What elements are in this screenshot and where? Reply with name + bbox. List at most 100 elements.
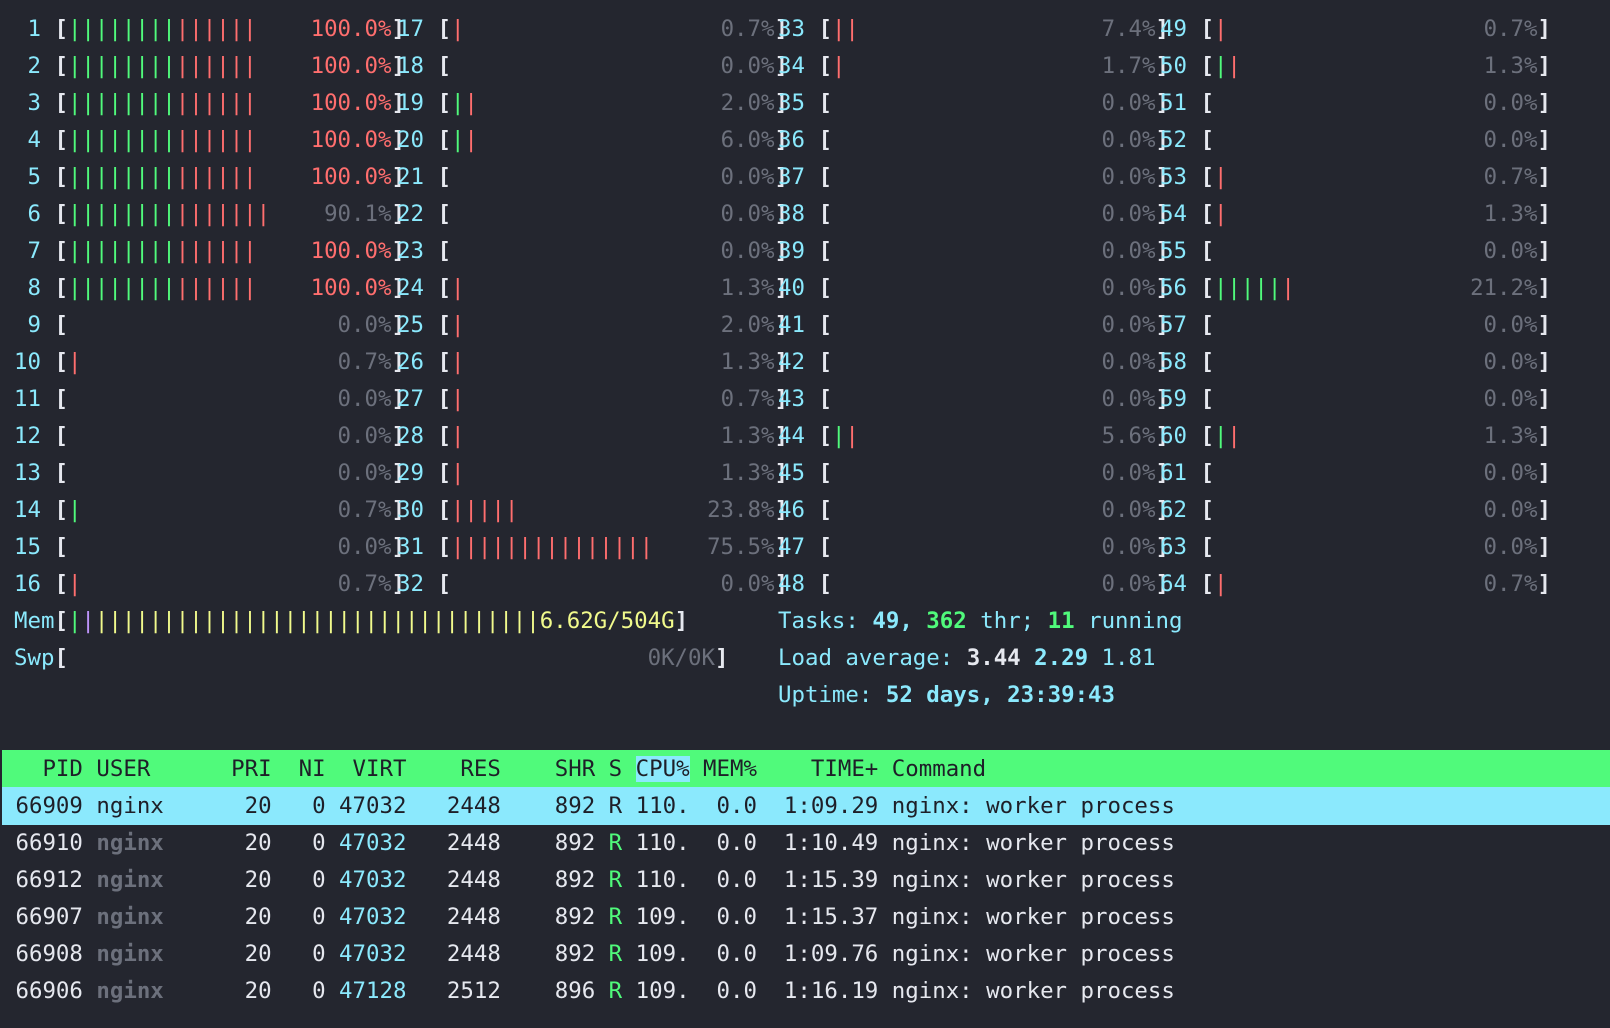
state: R	[595, 793, 636, 819]
col-cpu-sorted[interactable]: CPU%	[635, 756, 690, 782]
process-row[interactable]: 66912 nginx 20 0 47032 2448 892 R 110. 0…	[2, 861, 1610, 899]
nice: 0	[271, 867, 326, 893]
bar-empty	[832, 164, 1102, 190]
mem-percent: 0.0	[689, 793, 757, 819]
process-row[interactable]: 66906 nginx 20 0 47128 2512 896 R 109. 0…	[2, 972, 1610, 1010]
cpu-percent: 0.0%	[720, 238, 775, 264]
state: R	[595, 867, 636, 893]
meter-bracket: ]	[1537, 460, 1551, 486]
meter-bracket: ]	[1537, 312, 1551, 338]
bar-system: |	[1213, 201, 1228, 227]
command: nginx: worker process	[891, 978, 1175, 1004]
cpu-meter-64: 64 [| 0.7%]	[1160, 565, 1551, 603]
cpu-meter-48: 48 [ 0.0%]	[778, 565, 1169, 603]
cpu-meter-30: 30 [||||| 23.8%]	[397, 491, 788, 529]
col-virt[interactable]: VIRT	[326, 756, 407, 782]
meter-bracket: [	[40, 238, 68, 264]
cpu-id: 6	[14, 201, 41, 227]
meter-bracket: [	[423, 275, 451, 301]
cpu-meter-61: 61 [ 0.0%]	[1160, 454, 1551, 492]
res: 2448	[406, 867, 501, 893]
cpu-meter-50: 50 [|| 1.3%]	[1160, 47, 1551, 85]
virt: 47032	[325, 904, 407, 930]
col-pid[interactable]: PID	[2, 756, 96, 782]
col-shr[interactable]: SHR	[501, 756, 595, 782]
running-count: 11	[1047, 608, 1075, 634]
bar-empty	[1227, 201, 1483, 227]
cpu-id: 51	[1160, 90, 1187, 116]
meter-bracket: [	[423, 386, 451, 412]
col-command[interactable]: Command	[892, 756, 986, 782]
col-mem[interactable]: MEM%	[690, 756, 757, 782]
cpu-id: 52	[1160, 127, 1187, 153]
meter-bracket: [	[1186, 460, 1214, 486]
meter-bracket: [	[40, 386, 68, 412]
cpu-id: 54	[1160, 201, 1187, 227]
bar-empty	[832, 127, 1102, 153]
process-row[interactable]: 66908 nginx 20 0 47032 2448 892 R 109. 0…	[2, 935, 1610, 973]
cpu-percent: 0.0%	[1101, 238, 1156, 264]
bar-user: ||||||||	[67, 127, 176, 153]
cpu-meter-34: 34 [| 1.7%]	[778, 47, 1169, 85]
bar-empty	[1214, 90, 1484, 116]
mem-percent: 0.0	[689, 978, 757, 1004]
col-pri[interactable]: PRI	[218, 756, 271, 782]
cpu-percent: 0.0%	[1483, 312, 1538, 338]
col-time[interactable]: TIME+	[757, 756, 892, 782]
nice: 0	[271, 830, 326, 856]
bar-empty	[845, 53, 1101, 79]
cpu-meter-44: 44 [|| 5.6%]	[778, 417, 1169, 455]
meter-bracket: [	[423, 460, 451, 486]
cpu-meter-54: 54 [| 1.3%]	[1160, 195, 1551, 233]
bar-system: ||||||	[175, 238, 257, 264]
process-row[interactable]: 66910 nginx 20 0 47032 2448 892 R 110. 0…	[2, 824, 1610, 862]
bar-system: |||||||	[175, 201, 271, 227]
meter-bracket: [	[804, 386, 832, 412]
col-user[interactable]: USER	[96, 756, 217, 782]
cpu-percent: 0.0%	[1101, 275, 1156, 301]
bar-system: |	[450, 386, 465, 412]
bar-empty	[68, 312, 338, 338]
process-table-header[interactable]: PID USER PRI NI VIRT RES SHR S CPU% MEM%…	[2, 750, 1610, 788]
bar-empty	[68, 386, 338, 412]
meter-bracket: [	[40, 127, 68, 153]
meter-bracket: [	[40, 16, 68, 42]
time: 1:09.76	[756, 941, 892, 967]
meter-bracket: [	[804, 312, 832, 338]
meter-bracket: [	[423, 497, 451, 523]
cpu-id: 41	[778, 312, 805, 338]
cpu-percent: 0.0%	[1483, 497, 1538, 523]
process-row[interactable]: 66907 nginx 20 0 47032 2448 892 R 109. 0…	[2, 898, 1610, 936]
cpu-id: 13	[14, 460, 41, 486]
bar-empty	[1227, 16, 1483, 42]
process-row-selected[interactable]: 66909 nginx 20 0 47032 2448 892 R 110. 0…	[2, 787, 1610, 825]
uptime: Uptime: 52 days, 23:39:43	[778, 676, 1115, 714]
bar-system: |	[67, 571, 82, 597]
cpu-percent: 0.0%	[720, 164, 775, 190]
bar-empty	[1214, 127, 1484, 153]
meter-bracket: [	[804, 571, 832, 597]
cpu-meter-60: 60 [|| 1.3%]	[1160, 417, 1551, 455]
meter-bracket: ]	[1537, 90, 1551, 116]
meter-bracket: [	[804, 349, 832, 375]
cpu-meter-38: 38 [ 0.0%]	[778, 195, 1169, 233]
col-res[interactable]: RES	[406, 756, 500, 782]
meter-bracket: [	[1186, 201, 1214, 227]
shr: 892	[500, 830, 596, 856]
cpu-meter-18: 18 [ 0.0%]	[397, 47, 788, 85]
bar-system: |	[450, 312, 465, 338]
cpu-percent: 1.3%	[1483, 201, 1538, 227]
col-ni[interactable]: NI	[272, 756, 326, 782]
cpu-id: 30	[397, 497, 424, 523]
meter-bracket: [	[1186, 349, 1214, 375]
nice: 0	[271, 793, 326, 819]
col-state[interactable]: S	[595, 756, 635, 782]
load-15: 1.81	[1101, 645, 1156, 671]
bar-empty	[464, 423, 720, 449]
cpu-meter-63: 63 [ 0.0%]	[1160, 528, 1551, 566]
cpu-meter-45: 45 [ 0.0%]	[778, 454, 1169, 492]
cpu-id: 31	[397, 534, 424, 560]
cpu-id: 61	[1160, 460, 1187, 486]
cpu-percent: 0.7%	[1483, 16, 1538, 42]
meter-bracket: [	[1186, 386, 1214, 412]
